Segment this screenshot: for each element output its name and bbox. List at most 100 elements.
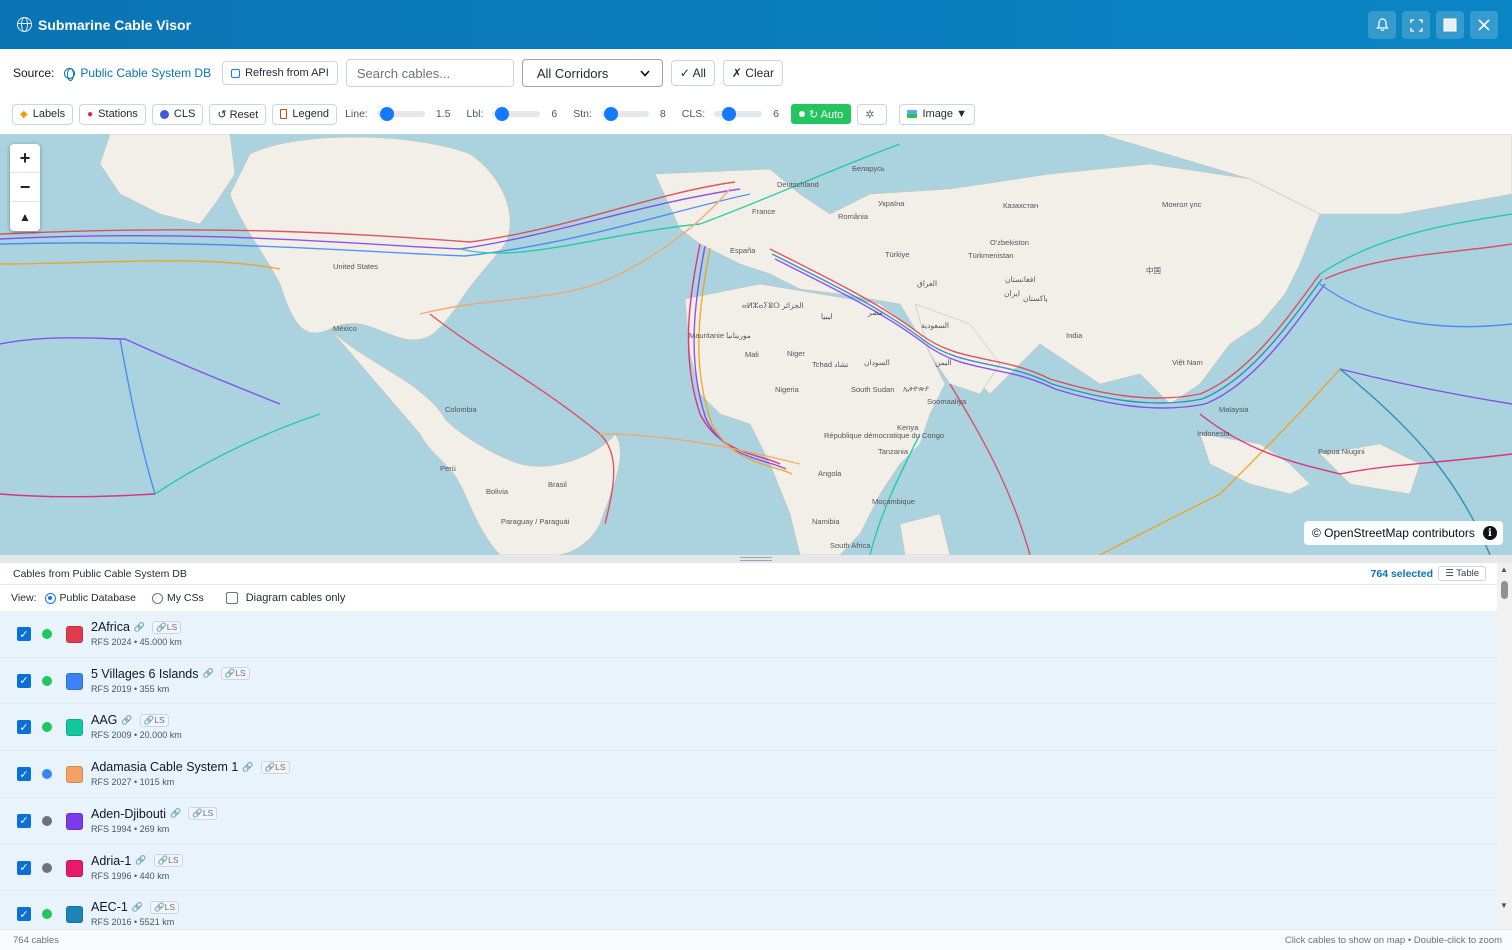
cable-row[interactable]: ✓ Adamasia Cable System 1 🔗 🔗LS RFS 2027 • 1… [0, 751, 1497, 798]
reset-button[interactable]: ↺ Reset [209, 103, 267, 125]
line-width-slider[interactable] [376, 107, 425, 121]
link-icon[interactable]: 🔗 [170, 808, 181, 819]
attribution-text[interactable]: © OpenStreetMap contributors [1312, 526, 1475, 540]
link-icon: 🔗 [157, 855, 169, 865]
cable-checkbox[interactable]: ✓ [17, 860, 31, 875]
title-bar: Submarine Cable Visor [0, 0, 1512, 49]
cable-row[interactable]: ✓ AAG 🔗 🔗LS RFS 2009 • 20.000 km [0, 704, 1497, 751]
cable-checkbox[interactable]: ✓ [17, 813, 31, 828]
cable-name[interactable]: AEC-1 [91, 900, 128, 914]
labels-button[interactable]: ◆ Labels [12, 103, 74, 125]
image-button[interactable]: Image ▼ [899, 103, 975, 125]
cable-color-swatch[interactable] [66, 766, 83, 784]
cable-color-swatch[interactable] [66, 859, 83, 877]
ls-badge[interactable]: 🔗LS [139, 713, 169, 727]
clear-button[interactable]: ✗ Clear [722, 60, 783, 86]
ls-badge[interactable]: 🔗LS [153, 854, 183, 867]
link-icon[interactable]: 🔗 [134, 622, 145, 633]
link-icon[interactable]: 🔗 [202, 668, 213, 679]
line-width-knob[interactable] [379, 107, 394, 121]
ls-badge-label: LS [235, 668, 246, 679]
link-icon[interactable]: 🔗 [242, 762, 253, 773]
refresh-icon [231, 68, 241, 78]
map-canvas[interactable]: Беларусь Deutschland France Україна România К… [0, 134, 1512, 555]
cable-row[interactable]: ✓ 5 Villages 6 Islands 🔗 🔗LS RFS 2019 • 355 … [0, 658, 1497, 705]
cls-button[interactable]: CLS [151, 103, 204, 125]
zoom-out-button[interactable]: − [10, 173, 40, 202]
cable-color-swatch[interactable] [66, 719, 83, 737]
zoom-in-button[interactable]: + [10, 144, 40, 173]
ls-badge[interactable]: 🔗LS [220, 667, 250, 681]
ls-badge[interactable]: 🔗LS [188, 807, 218, 821]
panel-splitter[interactable] [0, 555, 1512, 563]
list-scrollbar[interactable]: ▲ ▼ [1497, 563, 1512, 929]
close-icon[interactable] [1470, 11, 1498, 39]
cable-checkbox[interactable]: ✓ [17, 907, 31, 922]
ls-badge-label: LS [164, 901, 176, 912]
map-view[interactable]: Беларусь Deutschland France Україна România К… [0, 134, 1512, 555]
my-css-radio[interactable] [151, 592, 163, 604]
ls-badge[interactable]: 🔗LS [152, 620, 182, 634]
cls-label: CLS [173, 108, 196, 120]
legend-button[interactable]: Legend [272, 103, 338, 125]
info-icon[interactable]: i [1482, 526, 1497, 540]
scroll-thumb[interactable] [1501, 581, 1508, 599]
cable-checkbox[interactable]: ✓ [17, 673, 31, 688]
place-label: السودان [864, 358, 890, 367]
cls-size-knob[interactable] [721, 107, 736, 121]
cable-row[interactable]: ✓ AEC-1 🔗 🔗LS RFS 2016 • 5521 km [0, 891, 1497, 929]
cable-checkbox[interactable]: ✓ [17, 627, 31, 641]
filters-button[interactable]: ✲ [857, 103, 888, 125]
cable-color-swatch[interactable] [66, 626, 83, 643]
link-icon[interactable]: 🔗 [121, 715, 132, 726]
cable-name[interactable]: Adria-1 [91, 854, 131, 868]
select-all-button[interactable]: ✓ All [670, 60, 715, 86]
cable-checkbox[interactable]: ✓ [17, 720, 31, 735]
cable-checkbox[interactable]: ✓ [17, 767, 31, 782]
label-size-knob[interactable] [495, 107, 510, 121]
corridor-select[interactable]: All Corridors [521, 59, 663, 87]
search-input[interactable] [345, 59, 514, 87]
ls-badge[interactable]: 🔗LS [150, 900, 180, 914]
diagram-only-label[interactable]: Diagram cables only [246, 592, 346, 604]
source-db-link[interactable]: Public Cable System DB [64, 66, 211, 81]
maximize-icon[interactable] [1436, 11, 1464, 39]
my-css-label[interactable]: My CSs [167, 592, 204, 604]
compass-icon[interactable]: ▲ [10, 202, 40, 231]
link-icon[interactable]: 🔗 [135, 855, 146, 866]
fullscreen-icon[interactable] [1402, 11, 1430, 39]
ls-badge[interactable]: 🔗LS [260, 760, 290, 774]
ls-badge-label: LS [166, 621, 178, 632]
diagram-only-checkbox[interactable] [225, 592, 238, 604]
auto-button[interactable]: ↻ Auto [790, 104, 852, 124]
cable-row[interactable]: ✓ Adria-1 🔗 🔗LS RFS 1996 • 440 km [0, 845, 1497, 891]
cable-name[interactable]: Adamasia Cable System 1 [91, 760, 238, 774]
place-label: Nigeria [775, 385, 800, 394]
scroll-up-icon[interactable]: ▲ [1500, 565, 1508, 574]
cable-name[interactable]: Aden-Djibouti [91, 807, 166, 821]
station-size-slider[interactable] [600, 107, 649, 121]
cable-name[interactable]: AAG [91, 713, 117, 727]
cable-color-swatch[interactable] [66, 672, 83, 690]
scroll-down-icon[interactable]: ▼ [1500, 901, 1508, 910]
line-value: 1.5 [435, 108, 451, 120]
refresh-button[interactable]: Refresh from API [222, 61, 338, 85]
stn-label: Stn: [573, 108, 592, 120]
stations-button[interactable]: ● Stations [79, 103, 146, 125]
cable-row[interactable]: ✓ 2Africa 🔗 🔗LS RFS 2024 • 45.000 km [0, 611, 1497, 658]
link-icon[interactable]: 🔗 [132, 902, 143, 913]
cable-name[interactable]: 5 Villages 6 Islands [91, 667, 198, 681]
cls-size-slider[interactable] [714, 107, 763, 121]
station-size-knob[interactable] [603, 107, 618, 121]
cable-row[interactable]: ✓ Aden-Djibouti 🔗 🔗LS RFS 1994 • 269 km [0, 798, 1497, 845]
public-db-radio[interactable] [44, 592, 56, 604]
table-view-button[interactable]: ☰ Table [1438, 566, 1486, 581]
cable-name[interactable]: 2Africa [91, 620, 130, 634]
grip-icon[interactable] [740, 557, 772, 561]
cable-color-swatch[interactable] [66, 812, 83, 830]
public-db-label[interactable]: Public Database [60, 592, 136, 604]
place-label: Việt Nam [1172, 358, 1203, 367]
cable-color-swatch[interactable] [66, 906, 83, 924]
label-size-slider[interactable] [492, 107, 541, 121]
bell-icon[interactable] [1368, 11, 1396, 39]
